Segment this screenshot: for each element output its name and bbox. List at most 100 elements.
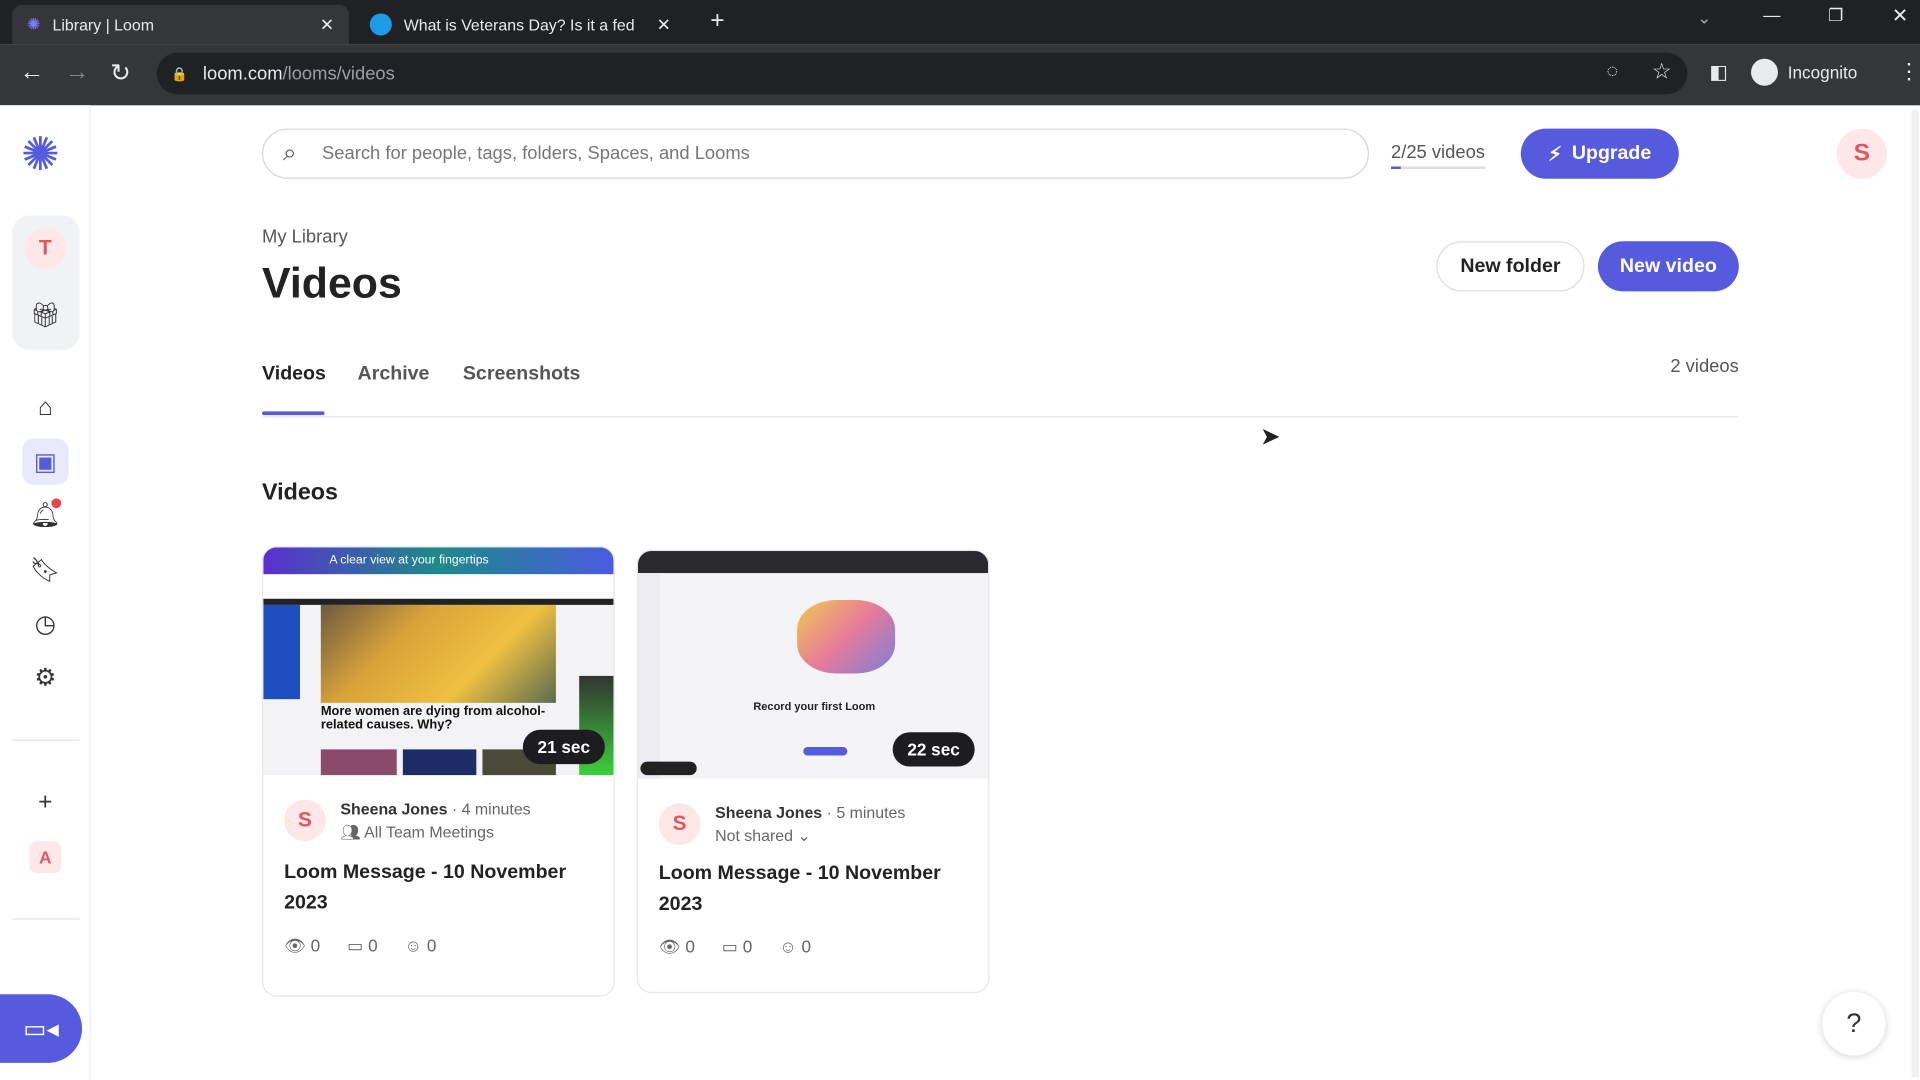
lock-icon: 🔒 <box>171 66 189 82</box>
help-button[interactable]: ? <box>1822 991 1886 1056</box>
duration-badge: 22 sec <box>892 732 975 767</box>
sidebar: ✺ T 🎁︎ ⌂ ▣ 🔔︎ 🔖︎ ◷ ⚙ + A ▭◂ <box>0 105 91 1080</box>
workspace-avatar[interactable]: T <box>24 227 67 270</box>
close-window-button[interactable]: ✕ <box>1892 4 1908 28</box>
video-card[interactable]: A clear view at your fingertips More wom… <box>262 546 615 997</box>
upgrade-label: Upgrade <box>1571 142 1652 164</box>
clock-icon[interactable]: ◷ <box>22 600 69 647</box>
new-tab-button[interactable]: + <box>710 7 724 35</box>
reactions-stat: ☺ 0 <box>404 935 437 956</box>
add-workspace-button[interactable]: + <box>22 779 69 826</box>
video-title[interactable]: Loom Message - 10 November 2023 <box>263 842 613 918</box>
quota-progress <box>1391 166 1401 169</box>
tab-title: Library | Loom <box>52 15 154 34</box>
notification-dot <box>51 498 62 509</box>
url-path: /looms/videos <box>282 63 395 84</box>
library-icon[interactable]: ▣ <box>22 438 69 485</box>
browser-toolbar: ← → ↻ 🔒 loom.com/looms/videos ◌ ☆ ◧ Inco… <box>0 44 1920 106</box>
user-avatar[interactable]: S <box>1836 128 1887 179</box>
video-card[interactable]: Record your first Loom 22 sec S Sheena J… <box>636 549 990 994</box>
views-stat: 👁︎ 0 <box>284 935 321 956</box>
gear-icon[interactable]: ⚙ <box>22 654 69 701</box>
menu-icon[interactable]: ⋮ <box>1898 59 1920 85</box>
divider <box>262 416 1739 418</box>
page-title: Videos <box>262 259 402 308</box>
views-stat: 👁︎ 0 <box>658 936 695 957</box>
author-avatar: S <box>284 799 326 842</box>
scrollbar[interactable] <box>1911 110 1919 1078</box>
tab-veterans-day[interactable]: What is Veterans Day? Is it a fed ✕ <box>355 5 686 44</box>
back-icon[interactable]: ← <box>20 59 44 87</box>
close-tab-icon[interactable]: ✕ <box>657 14 671 35</box>
loom-logo-icon[interactable]: ✺ <box>21 132 60 179</box>
thumbnail-photo <box>320 604 556 703</box>
reactions-count: 0 <box>426 935 437 956</box>
url-domain: loom.com <box>202 63 283 84</box>
gift-icon[interactable]: 🎁︎ <box>22 291 69 338</box>
tab-screenshots[interactable]: Screenshots <box>463 364 581 386</box>
home-icon[interactable]: ⌂ <box>22 384 69 431</box>
thumbnail-headline: More women are dying from alcohol-relate… <box>320 704 546 733</box>
eye-off-icon[interactable]: ◌ <box>1607 61 1619 83</box>
bell-icon[interactable]: 🔔︎ <box>22 491 69 538</box>
comments-count: 0 <box>742 936 753 957</box>
views-count: 0 <box>685 936 695 957</box>
video-count: 2 videos <box>1670 356 1739 378</box>
mouse-cursor-icon: ➤ <box>1260 423 1281 451</box>
comments-count: 0 <box>368 935 378 956</box>
address-bar[interactable]: 🔒 loom.com/looms/videos <box>156 52 1688 95</box>
search-icon: ⌕ <box>282 139 297 167</box>
sharing-status[interactable]: 👥︎ All Team Meetings <box>340 823 530 843</box>
side-panel-icon[interactable]: ◧ <box>1709 60 1728 84</box>
tab-archive[interactable]: Archive <box>358 364 430 386</box>
sharing-dropdown[interactable]: Not shared ⌄ <box>715 827 905 847</box>
tab-search-icon[interactable]: ⌄ <box>1697 7 1711 28</box>
video-age: 4 minutes <box>461 799 531 818</box>
thumbnail-banner: A clear view at your fingertips <box>263 547 614 575</box>
reactions-count: 0 <box>801 936 812 957</box>
incognito-profile[interactable]: Incognito <box>1751 58 1857 86</box>
tab-title: What is Veterans Day? Is it a fed <box>403 15 635 34</box>
breadcrumb[interactable]: My Library <box>262 227 348 248</box>
video-thumbnail[interactable]: Record your first Loom 22 sec <box>637 551 989 779</box>
reactions-stat: ☺ 0 <box>779 936 812 957</box>
record-button[interactable]: ▭◂ <box>0 994 83 1063</box>
views-count: 0 <box>310 935 321 956</box>
thumbnail-caption: Record your first Loom <box>753 700 876 713</box>
quota-text: 2/25 videos <box>1391 142 1485 163</box>
team-icon: 👥︎ <box>340 822 365 842</box>
star-icon[interactable]: ☆ <box>1652 59 1672 85</box>
duration-badge: 21 sec <box>522 729 605 765</box>
comments-stat: ▭ 0 <box>721 936 753 957</box>
incognito-icon <box>1751 58 1778 86</box>
section-heading: Videos <box>262 480 338 506</box>
sharing-label: Not shared <box>715 826 793 845</box>
tab-videos[interactable]: Videos <box>262 364 326 386</box>
video-quota[interactable]: 2/25 videos <box>1391 142 1485 169</box>
reload-icon[interactable]: ↻ <box>110 58 131 89</box>
tab-library-loom[interactable]: ✺ Library | Loom ✕ <box>12 4 349 45</box>
forward-icon[interactable]: → <box>65 59 89 87</box>
new-folder-button[interactable]: New folder <box>1436 241 1585 292</box>
thumbnail-illustration <box>797 600 896 674</box>
upgrade-button[interactable]: ⚡︎ Upgrade <box>1520 128 1679 179</box>
video-title[interactable]: Loom Message - 10 November 2023 <box>638 846 988 919</box>
lightning-icon: ⚡︎ <box>1548 143 1563 165</box>
divider <box>12 739 80 741</box>
sharing-label: All Team Meetings <box>364 822 494 842</box>
divider <box>12 918 80 920</box>
video-age: 5 minutes <box>836 803 906 822</box>
browser-tab-bar: ✺ Library | Loom ✕ What is Veterans Day?… <box>0 0 1920 45</box>
search-placeholder: Search for people, tags, folders, Spaces… <box>322 143 750 165</box>
active-tab-indicator <box>262 411 325 416</box>
restore-button[interactable]: ❐ <box>1828 5 1843 26</box>
search-input[interactable]: ⌕ Search for people, tags, folders, Spac… <box>262 128 1369 179</box>
minimize-button[interactable]: — <box>1763 5 1780 25</box>
bookmark-icon[interactable]: 🔖︎ <box>22 546 69 593</box>
comments-stat: ▭ 0 <box>347 935 378 956</box>
author-name: Sheena Jones <box>340 799 448 818</box>
close-tab-icon[interactable]: ✕ <box>320 14 334 35</box>
new-video-button[interactable]: New video <box>1597 241 1739 292</box>
personal-workspace-avatar[interactable]: A <box>29 841 62 874</box>
video-thumbnail[interactable]: A clear view at your fingertips More wom… <box>263 547 614 776</box>
